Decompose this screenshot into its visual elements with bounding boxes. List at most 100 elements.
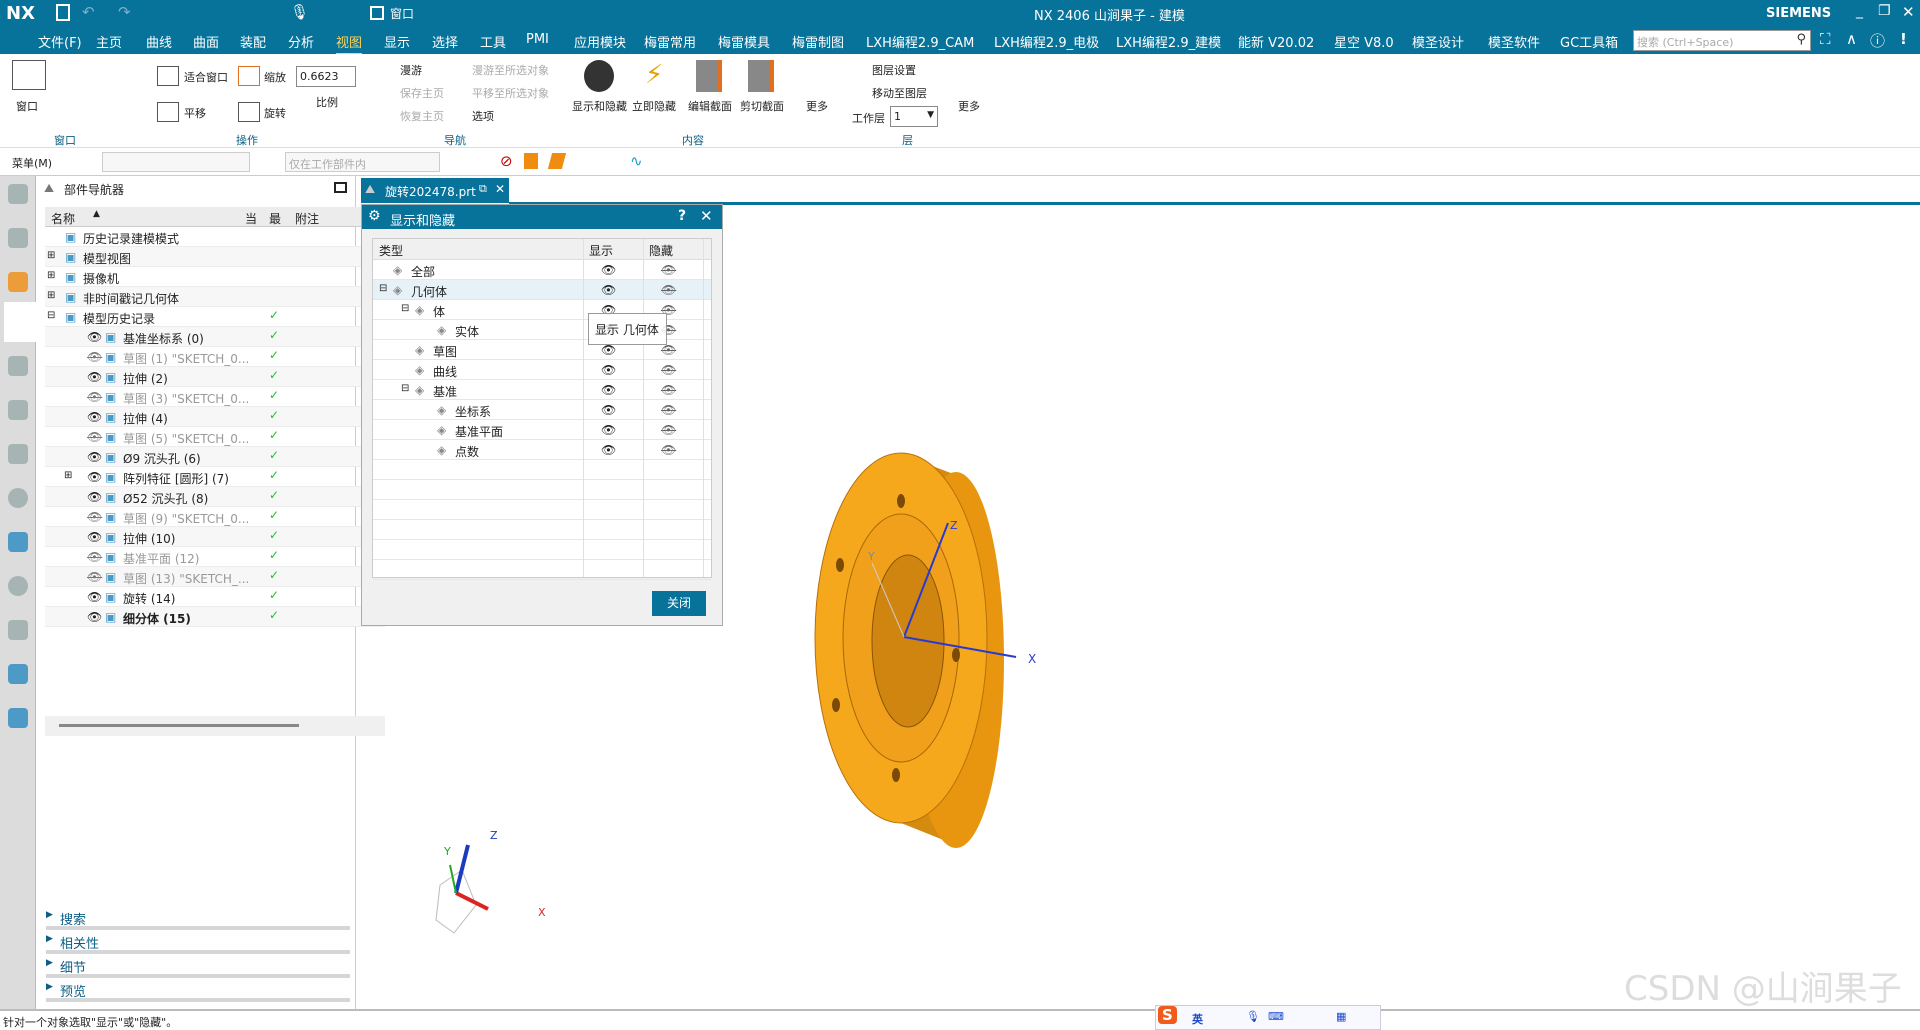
fit-icon[interactable] — [157, 66, 179, 86]
show-hide-icon[interactable] — [584, 60, 614, 92]
measure-icon[interactable] — [8, 444, 28, 464]
fly-button[interactable]: 漫游 — [400, 62, 422, 78]
help-button[interactable]: ? — [678, 208, 686, 224]
close-window-button[interactable]: ✕ — [1902, 3, 1915, 21]
navigator-row[interactable]: ⊞ ▣ 模型视图 — [45, 247, 385, 267]
immediate-hide-icon[interactable]: ⚡ — [645, 60, 673, 92]
ime-mic-icon[interactable]: 🎙 — [1246, 1010, 1260, 1023]
menu-20[interactable]: 模圣设计 — [1412, 32, 1464, 51]
type-row[interactable]: ◈ 点数 👁 👁 — [373, 440, 711, 460]
hide-eye-icon[interactable]: 👁 — [661, 263, 676, 277]
help-icon[interactable]: ⓘ — [1870, 30, 1885, 51]
ime-keyboard-icon[interactable]: ⌨ — [1268, 1010, 1284, 1023]
ime-menu-icon[interactable]: ▦ — [1336, 1010, 1346, 1023]
column-notes[interactable]: 附注 — [295, 210, 319, 227]
menu-11[interactable]: 应用模块 — [574, 32, 626, 51]
hide-eye-icon[interactable]: 👁 — [661, 403, 676, 417]
scale-input[interactable]: 0.6623 — [296, 66, 356, 87]
menu-17[interactable]: LXH编程2.9_建模 — [1116, 32, 1221, 51]
content-more-button[interactable]: 更多 — [806, 98, 828, 114]
eye-icon[interactable]: 👁 — [87, 370, 102, 384]
edit-section-button[interactable]: 编辑截面 — [688, 98, 732, 114]
menu-22[interactable]: GC工具箱 — [1560, 32, 1618, 51]
show-hide-button[interactable]: 显示和隐藏 — [572, 98, 627, 114]
hide-eye-icon[interactable]: 👁 — [661, 363, 676, 377]
navigator-row[interactable]: 👁 ▣ 草图 (13) "SKETCH_... ✓ — [45, 567, 385, 587]
info-icon[interactable] — [8, 488, 28, 508]
menu-8[interactable]: 选择 — [432, 32, 458, 51]
tools-icon[interactable] — [8, 620, 28, 640]
eye-icon[interactable]: 👁 — [87, 470, 102, 484]
reuse-library-icon[interactable] — [8, 356, 28, 376]
menu-18[interactable]: 能新 V20.02 — [1238, 32, 1314, 51]
move-to-layer-button[interactable]: 移动至图层 — [872, 85, 927, 101]
navigator-row[interactable]: 👁 ▣ 基准坐标系 (0) ✓ — [45, 327, 385, 347]
show-eye-icon[interactable]: 👁 — [601, 343, 616, 357]
sogou-icon[interactable]: S — [1158, 1006, 1177, 1024]
search-icon[interactable]: ⚲ — [1796, 32, 1806, 47]
navigator-row[interactable]: 👁 ▣ 草图 (3) "SKETCH_0... ✓ — [45, 387, 385, 407]
clip-section-icon[interactable] — [748, 60, 774, 92]
window-button[interactable]: 窗口 — [16, 98, 38, 114]
layer-settings-button[interactable]: 图层设置 — [872, 62, 916, 78]
part-navigator-tab[interactable] — [4, 302, 36, 342]
column-name[interactable]: 名称 — [51, 210, 75, 227]
horizontal-scrollbar[interactable] — [45, 716, 385, 736]
zoom-button[interactable]: 缩放 — [264, 69, 286, 85]
tab-close-icon[interactable]: ✕ — [495, 182, 505, 196]
eye-hidden-icon[interactable]: 👁 — [87, 550, 102, 564]
layout-icon[interactable] — [8, 708, 28, 728]
show-eye-icon[interactable]: 👁 — [601, 383, 616, 397]
web-browser-icon[interactable] — [8, 532, 28, 552]
expand-toggle[interactable]: ⊞ — [47, 270, 55, 281]
section-3[interactable]: ▶ 预览 — [46, 978, 350, 1002]
window-icon[interactable] — [370, 6, 384, 20]
tab-part-file[interactable]: ⛰ 旋转202478.prt ⧉ ✕ — [361, 178, 509, 203]
navigator-row[interactable]: 👁 ▣ 草图 (9) "SKETCH_0... ✓ — [45, 507, 385, 527]
menu-10[interactable]: PMI — [526, 32, 549, 47]
menu-5[interactable]: 分析 — [288, 32, 314, 51]
curve-icon[interactable]: ∿ — [630, 152, 643, 170]
collapse-toggle[interactable]: ⊟ — [401, 303, 409, 314]
eye-icon[interactable]: 👁 — [87, 590, 102, 604]
section-2[interactable]: ▶ 细节 — [46, 954, 350, 978]
navigator-row[interactable]: 👁 ▣ Ø9 沉头孔 (6) ✓ — [45, 447, 385, 467]
show-eye-icon[interactable]: 👁 — [601, 283, 616, 297]
section-1[interactable]: ▶ 相关性 — [46, 930, 350, 954]
clip-section-button[interactable]: 剪切截面 — [740, 98, 784, 114]
minimize-button[interactable]: _ — [1856, 3, 1863, 19]
search-input[interactable]: 搜索 (Ctrl+Space) ⚲ — [1633, 30, 1811, 51]
pmi-navigator-icon[interactable] — [8, 400, 28, 420]
eye-icon[interactable]: 👁 — [87, 530, 102, 544]
expand-toggle[interactable]: ⊞ — [47, 290, 55, 301]
menu-1[interactable]: 主页 — [96, 32, 122, 51]
pan-icon[interactable] — [157, 102, 179, 122]
menu-16[interactable]: LXH编程2.9_电极 — [994, 32, 1099, 51]
sort-asc-icon[interactable]: ▲ — [93, 209, 100, 219]
expand-toggle[interactable]: ⊟ — [47, 310, 55, 321]
ime-toolbar[interactable]: S 英 🎙 ⌨ ▦ — [1155, 1005, 1381, 1030]
type-row[interactable]: ◈ 曲线 👁 👁 — [373, 360, 711, 380]
feature-icon[interactable] — [524, 153, 538, 169]
hide-eye-icon[interactable]: 👁 — [661, 423, 676, 437]
navigator-row[interactable]: ⊟ ▣ 模型历史记录 ✓ — [45, 307, 385, 327]
type-row[interactable]: ◈ 基准平面 👁 👁 — [373, 420, 711, 440]
collapse-ribbon-icon[interactable]: ∧ — [1846, 30, 1857, 48]
layer-more-button[interactable]: 更多 — [958, 98, 980, 114]
menu-19[interactable]: 星空 V8.0 — [1334, 32, 1394, 51]
fullscreen-icon[interactable]: ⛶ — [1820, 30, 1831, 48]
expand-toggle[interactable]: ⊞ — [64, 470, 72, 481]
work-layer-select[interactable]: 1 ▼ — [890, 106, 938, 127]
navigator-row[interactable]: 👁 ▣ 拉伸 (4) ✓ — [45, 407, 385, 427]
fit-window-button[interactable]: 适合窗口 — [184, 69, 228, 85]
menu-21[interactable]: 模圣软件 — [1488, 32, 1540, 51]
show-eye-icon[interactable]: 👁 — [601, 363, 616, 377]
menu-9[interactable]: 工具 — [480, 32, 506, 51]
immediate-hide-button[interactable]: 立即隐藏 — [632, 98, 676, 114]
eye-icon[interactable]: 👁 — [87, 410, 102, 424]
eye-icon[interactable]: 👁 — [87, 610, 102, 624]
show-eye-icon[interactable]: 👁 — [601, 443, 616, 457]
dialog-close-icon[interactable]: ✕ — [700, 207, 713, 225]
menu-7[interactable]: 显示 — [384, 32, 410, 51]
hide-eye-icon[interactable]: 👁 — [661, 343, 676, 357]
